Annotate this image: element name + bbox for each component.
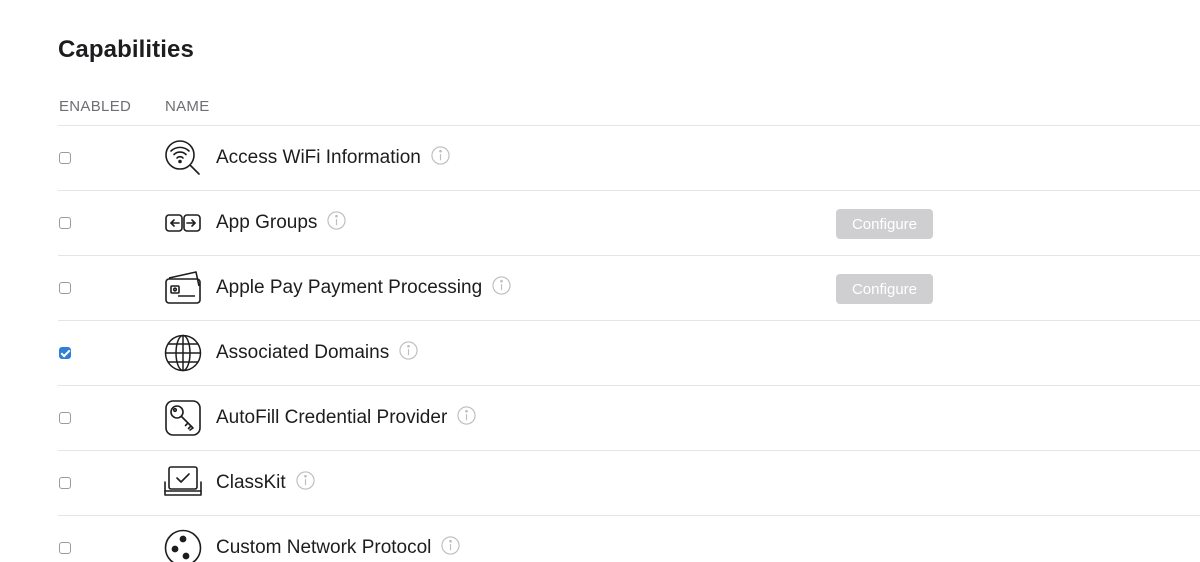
enable-checkbox[interactable]: [59, 152, 71, 164]
configure-button[interactable]: Configure: [836, 209, 933, 239]
capability-name: Custom Network Protocol: [216, 537, 432, 558]
column-header-enabled: ENABLED: [59, 98, 132, 115]
enable-checkbox[interactable]: [59, 217, 71, 229]
wifi-search-icon: [164, 139, 202, 177]
key-icon: [164, 399, 202, 437]
capability-name: Associated Domains: [216, 342, 390, 363]
globe-icon: [164, 334, 202, 372]
column-header-name: NAME: [165, 98, 210, 115]
enable-checkbox[interactable]: [59, 477, 71, 489]
info-icon[interactable]: [327, 211, 347, 231]
info-icon[interactable]: [457, 406, 476, 426]
page-title: Capabilities: [58, 36, 194, 63]
capability-row-classkit: ClassKit: [58, 450, 1200, 515]
enable-checkbox[interactable]: [59, 282, 71, 294]
capability-name: App Groups: [216, 212, 318, 233]
apple-pay-card-icon: [164, 269, 202, 307]
capability-name: Access WiFi Information: [216, 147, 421, 168]
info-icon[interactable]: [492, 276, 511, 296]
capability-row-associated-domains: Associated Domains: [58, 320, 1200, 385]
capability-row-custom-network-protocol: Custom Network Protocol: [58, 515, 1200, 562]
enable-checkbox[interactable]: [59, 347, 71, 359]
enable-checkbox[interactable]: [59, 412, 71, 424]
capabilities-page: Capabilities ENABLED NAME Access WiFi In…: [0, 0, 1200, 562]
capability-row-app-groups: App Groups Configure: [58, 190, 1200, 255]
info-icon[interactable]: [441, 536, 461, 556]
info-icon[interactable]: [431, 146, 450, 166]
configure-button[interactable]: Configure: [836, 274, 933, 304]
network-protocol-icon: [164, 529, 202, 562]
capability-row-autofill-credential-provider: AutoFill Credential Provider: [58, 385, 1200, 450]
info-icon[interactable]: [296, 471, 315, 491]
capability-row-access-wifi-information: Access WiFi Information: [58, 125, 1200, 190]
app-groups-icon: [164, 204, 202, 242]
capability-name: AutoFill Credential Provider: [216, 407, 448, 428]
capabilities-list: Access WiFi Information App Groups Confi…: [58, 125, 1200, 562]
classkit-icon: [164, 464, 202, 502]
capability-name: ClassKit: [216, 472, 286, 493]
capability-row-apple-pay-payment-processing: Apple Pay Payment Processing Configure: [58, 255, 1200, 320]
capability-name: Apple Pay Payment Processing: [216, 277, 483, 298]
info-icon[interactable]: [399, 341, 418, 361]
enable-checkbox[interactable]: [59, 542, 71, 554]
